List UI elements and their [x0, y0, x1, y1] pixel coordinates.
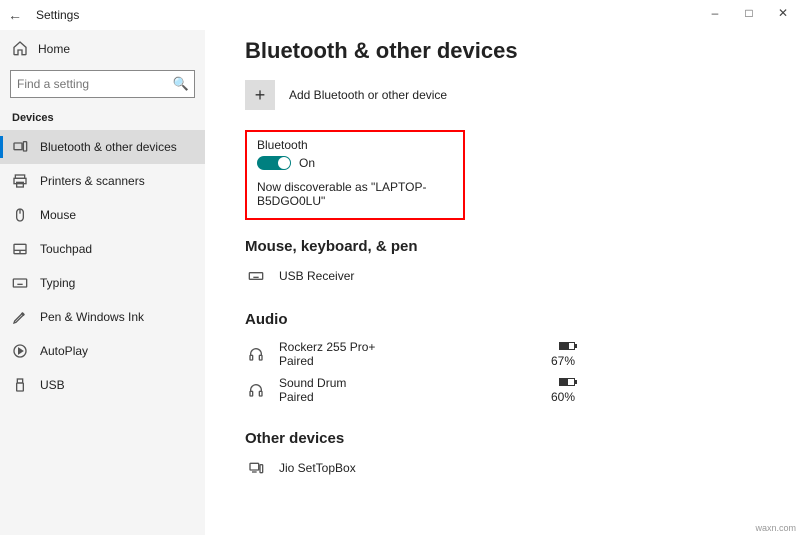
home-label: Home — [38, 42, 70, 56]
sidebar-item-usb[interactable]: USB — [0, 368, 205, 402]
minimize-button[interactable]: – — [698, 0, 732, 26]
keyboard-icon — [12, 275, 28, 291]
section-audio: Audio Rockerz 255 Pro+ Paired 67% Sound … — [245, 311, 800, 408]
plus-icon: + — [245, 80, 275, 110]
watermark: waxn.com — [755, 523, 796, 533]
section-heading: Mouse, keyboard, & pen — [245, 238, 800, 255]
devices-icon — [12, 139, 28, 155]
sidebar-item-touchpad[interactable]: Touchpad — [0, 232, 205, 266]
bluetooth-toggle[interactable] — [257, 156, 291, 170]
home-icon — [12, 40, 28, 59]
device-name: Jio SetTopBox — [279, 461, 575, 475]
sidebar-item-typing[interactable]: Typing — [0, 266, 205, 300]
search-input[interactable] — [10, 70, 195, 98]
headphones-icon — [247, 345, 265, 363]
sidebar-item-label: Mouse — [40, 208, 76, 222]
settopbox-icon — [247, 459, 265, 477]
battery-icon — [559, 378, 575, 386]
home-nav[interactable]: Home — [0, 34, 205, 64]
battery-pct: 67% — [551, 354, 575, 368]
content: Bluetooth & other devices + Add Bluetoot… — [205, 30, 800, 535]
device-status: Paired — [279, 354, 551, 368]
device-row-rockerz[interactable]: Rockerz 255 Pro+ Paired 67% — [245, 336, 575, 372]
device-name: Sound Drum — [279, 376, 551, 390]
section-other: Other devices Jio SetTopBox — [245, 430, 800, 481]
sidebar-group-label: Devices — [0, 98, 205, 130]
search-icon: 🔍 — [173, 76, 189, 92]
sidebar-item-autoplay[interactable]: AutoPlay — [0, 334, 205, 368]
section-heading: Audio — [245, 311, 800, 328]
discoverable-text: Now discoverable as "LAPTOP-B5DGO0LU" — [257, 180, 453, 208]
page-title: Bluetooth & other devices — [245, 38, 800, 64]
sidebar-item-printers[interactable]: Printers & scanners — [0, 164, 205, 198]
autoplay-icon — [12, 343, 28, 359]
device-row-sound-drum[interactable]: Sound Drum Paired 60% — [245, 372, 575, 408]
sidebar-nav: Bluetooth & other devices Printers & sca… — [0, 130, 205, 402]
sidebar-item-mouse[interactable]: Mouse — [0, 198, 205, 232]
device-row-usb-receiver[interactable]: USB Receiver — [245, 263, 575, 289]
window-controls: – □ ✕ — [698, 0, 800, 26]
printer-icon — [12, 173, 28, 189]
sidebar: Home 🔍 Devices Bluetooth & other devices… — [0, 30, 205, 535]
device-name: USB Receiver — [279, 269, 575, 283]
close-button[interactable]: ✕ — [766, 0, 800, 26]
battery-icon — [559, 342, 575, 350]
bluetooth-state: On — [299, 156, 315, 170]
pen-icon — [12, 309, 28, 325]
sidebar-item-label: Touchpad — [40, 242, 92, 256]
section-mouse-kb: Mouse, keyboard, & pen USB Receiver — [245, 238, 800, 289]
device-status: Paired — [279, 390, 551, 404]
sidebar-item-label: Pen & Windows Ink — [40, 310, 144, 324]
bluetooth-label: Bluetooth — [257, 138, 453, 152]
sidebar-item-bluetooth[interactable]: Bluetooth & other devices — [0, 130, 205, 164]
bluetooth-highlight-box: Bluetooth On Now discoverable as "LAPTOP… — [245, 130, 465, 220]
battery-pct: 60% — [551, 390, 575, 404]
titlebar: ← Settings — [0, 0, 800, 30]
sidebar-item-label: USB — [40, 378, 65, 392]
device-name: Rockerz 255 Pro+ — [279, 340, 551, 354]
add-device-label: Add Bluetooth or other device — [289, 88, 447, 102]
window-title: Settings — [36, 8, 79, 22]
sidebar-item-label: Bluetooth & other devices — [40, 140, 177, 154]
sidebar-item-label: Typing — [40, 276, 75, 290]
sidebar-item-label: Printers & scanners — [40, 174, 145, 188]
mouse-icon — [12, 207, 28, 223]
add-device-row[interactable]: + Add Bluetooth or other device — [245, 80, 800, 110]
headphones-icon — [247, 381, 265, 399]
keyboard-icon — [247, 267, 265, 285]
back-button[interactable]: ← — [8, 7, 36, 23]
device-row-stb[interactable]: Jio SetTopBox — [245, 455, 575, 481]
sidebar-item-pen[interactable]: Pen & Windows Ink — [0, 300, 205, 334]
section-heading: Other devices — [245, 430, 800, 447]
touchpad-icon — [12, 241, 28, 257]
usb-icon — [12, 377, 28, 393]
maximize-button[interactable]: □ — [732, 0, 766, 26]
sidebar-item-label: AutoPlay — [40, 344, 88, 358]
